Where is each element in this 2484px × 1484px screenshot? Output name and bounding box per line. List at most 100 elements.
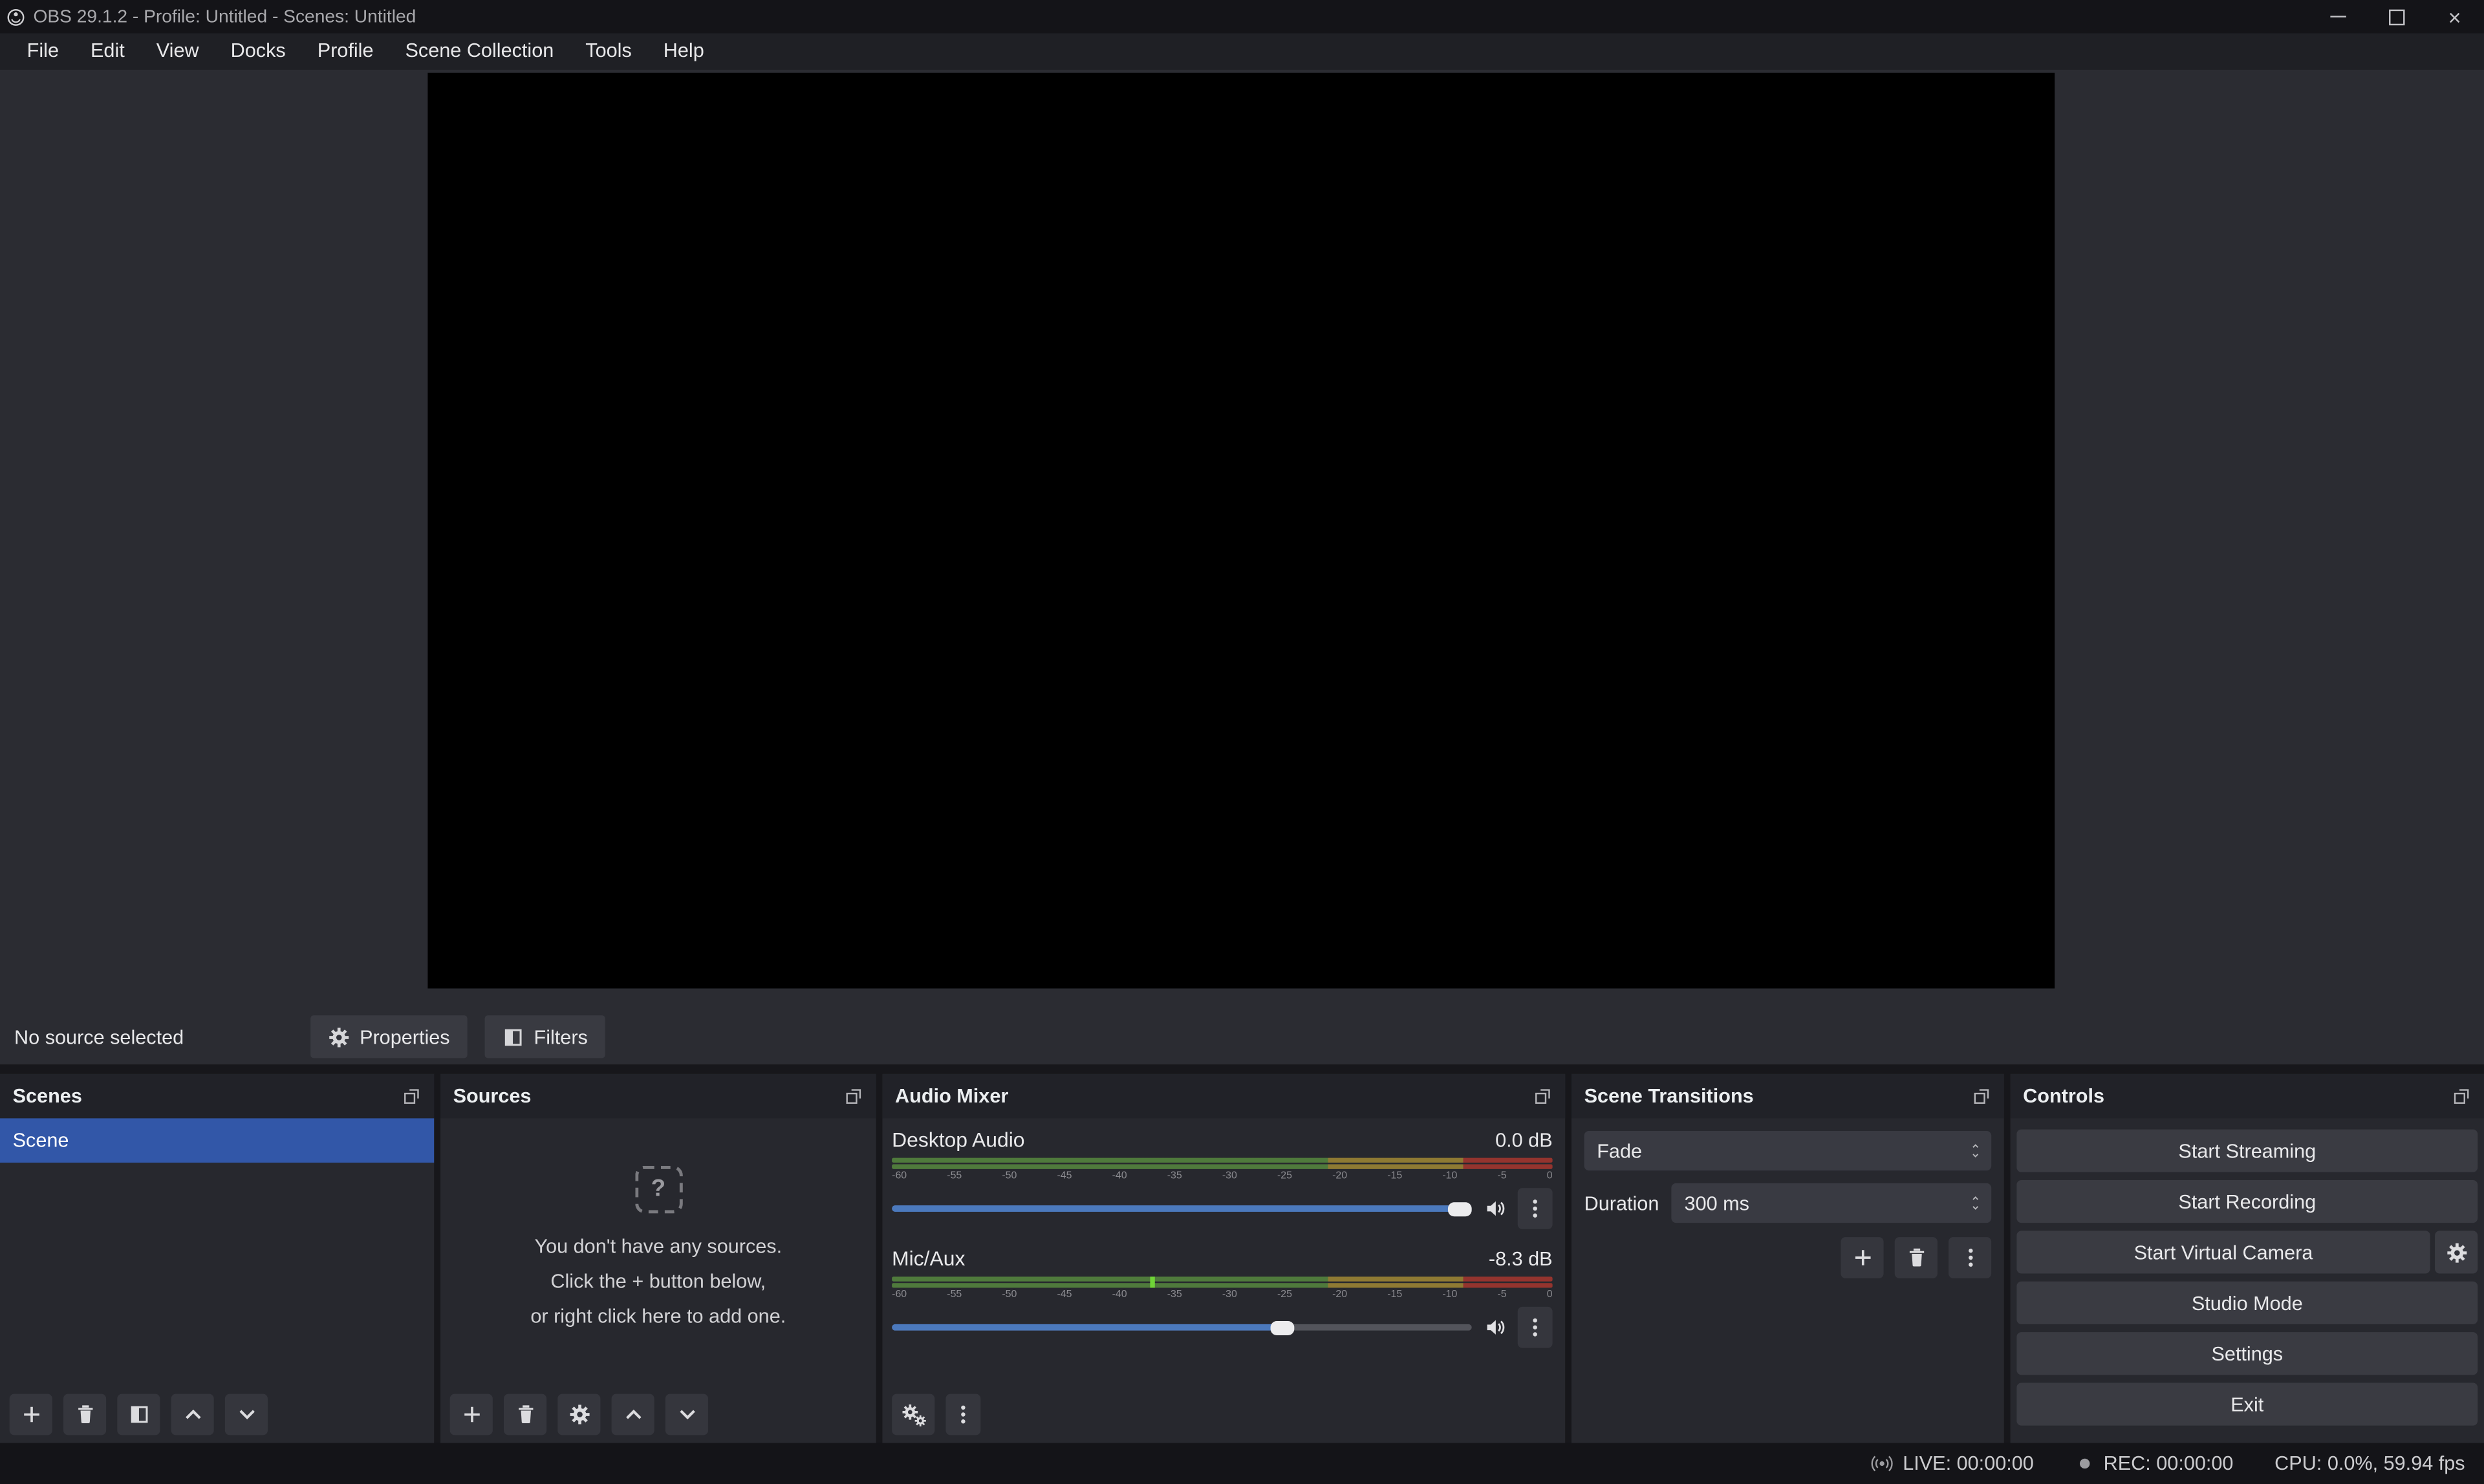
- move-scene-up-button[interactable]: [171, 1394, 214, 1436]
- maximize-button[interactable]: [2367, 0, 2426, 33]
- channel-name: Mic/Aux: [892, 1247, 965, 1271]
- move-source-down-button[interactable]: [665, 1394, 708, 1436]
- settings-button[interactable]: Settings: [2016, 1332, 2478, 1375]
- virtual-camera-row: Start Virtual Camera: [2016, 1231, 2478, 1273]
- spinbox-arrows-icon[interactable]: [1969, 1194, 1982, 1212]
- scenes-panel: Scenes Scene: [0, 1074, 434, 1443]
- scene-filters-button[interactable]: [117, 1394, 160, 1436]
- menu-tools[interactable]: Tools: [570, 33, 647, 69]
- controls-panel-body: Start Streaming Start Recording Start Vi…: [2011, 1118, 2484, 1443]
- dock-area: Scenes Scene Sources: [0, 1074, 2484, 1443]
- mixer-menu-button[interactable]: [945, 1394, 980, 1436]
- start-streaming-button[interactable]: Start Streaming: [2016, 1130, 2478, 1172]
- menu-view[interactable]: View: [140, 33, 215, 69]
- channel-menu-button[interactable]: [1518, 1307, 1553, 1348]
- studio-mode-button[interactable]: Studio Mode: [2016, 1282, 2478, 1324]
- audio-mixer-panel: Audio Mixer Desktop Audio 0.0 dB -60-55-…: [882, 1074, 1565, 1443]
- scene-transitions-title: Scene Transitions: [1584, 1085, 1754, 1107]
- properties-label: Properties: [360, 1026, 450, 1048]
- duration-value: 300 ms: [1685, 1192, 1749, 1214]
- controls-panel-header[interactable]: Controls: [2011, 1074, 2484, 1119]
- obs-window: OBS 29.1.2 - Profile: Untitled - Scenes:…: [0, 0, 2484, 1484]
- volume-slider[interactable]: [892, 1317, 1472, 1339]
- filters-button[interactable]: Filters: [485, 1015, 605, 1058]
- close-button[interactable]: ×: [2425, 0, 2484, 33]
- menu-help[interactable]: Help: [647, 33, 720, 69]
- question-box-icon: ?: [634, 1165, 682, 1212]
- add-source-button[interactable]: [450, 1394, 493, 1436]
- volume-meter: [892, 1158, 1552, 1169]
- scene-transitions-panel: Scene Transitions Fade Duration 300 ms: [1571, 1074, 2004, 1443]
- exit-button[interactable]: Exit: [2016, 1383, 2478, 1426]
- close-icon: ×: [2448, 6, 2461, 28]
- sources-panel-body: ? You don't have any sources. Click the …: [440, 1118, 876, 1443]
- filters-label: Filters: [534, 1026, 587, 1048]
- live-status-text: LIVE: 00:00:00: [1903, 1452, 2034, 1474]
- move-source-up-button[interactable]: [612, 1394, 654, 1436]
- audio-mixer-header[interactable]: Audio Mixer: [882, 1074, 1565, 1119]
- preview-canvas[interactable]: [427, 73, 2055, 989]
- slider-handle[interactable]: [1448, 1201, 1472, 1216]
- source-properties-button[interactable]: [557, 1394, 600, 1436]
- rec-status-text: REC: 00:00:00: [2104, 1452, 2234, 1474]
- obs-logo-icon: [6, 7, 25, 26]
- start-recording-button[interactable]: Start Recording: [2016, 1180, 2478, 1223]
- menu-scene-collection[interactable]: Scene Collection: [389, 33, 570, 69]
- scene-transitions-header[interactable]: Scene Transitions: [1571, 1074, 2004, 1119]
- cpu-status: CPU: 0.0%, 59.94 fps: [2274, 1452, 2465, 1474]
- window-controls: ×: [2308, 0, 2484, 33]
- add-transition-button[interactable]: [1841, 1237, 1883, 1278]
- status-bar: LIVE: 00:00:00 REC: 00:00:00 CPU: 0.0%, …: [0, 1443, 2484, 1484]
- gears-icon: [901, 1403, 926, 1426]
- slider-handle[interactable]: [1270, 1320, 1294, 1335]
- start-virtual-camera-button[interactable]: Start Virtual Camera: [2016, 1231, 2430, 1273]
- mixer-channel-mic-aux: Mic/Aux -8.3 dB -60-55-50-45-40-35-30-25…: [892, 1247, 1552, 1348]
- cpu-status-text: CPU: 0.0%, 59.94 fps: [2274, 1452, 2465, 1474]
- duration-spinbox[interactable]: 300 ms: [1672, 1183, 1991, 1223]
- remove-source-button[interactable]: [504, 1394, 546, 1436]
- transition-select[interactable]: Fade: [1584, 1131, 1992, 1170]
- title-bar[interactable]: OBS 29.1.2 - Profile: Untitled - Scenes:…: [0, 0, 2484, 33]
- sources-panel: Sources ? You don't have any sources. Cl…: [440, 1074, 876, 1443]
- sources-panel-header[interactable]: Sources: [440, 1074, 876, 1119]
- audio-mixer-title: Audio Mixer: [895, 1085, 1008, 1107]
- mute-speaker-icon[interactable]: [1484, 1198, 1506, 1220]
- sources-panel-title: Sources: [453, 1085, 532, 1107]
- scenes-panel-header[interactable]: Scenes: [0, 1074, 434, 1119]
- minimize-icon: [2329, 16, 2345, 18]
- empty-state-line: You don't have any sources.: [534, 1232, 782, 1260]
- properties-button[interactable]: Properties: [310, 1015, 467, 1058]
- combo-arrows-icon: [1969, 1142, 1982, 1159]
- move-scene-down-button[interactable]: [225, 1394, 268, 1436]
- volume-slider[interactable]: [892, 1198, 1472, 1220]
- transition-menu-button[interactable]: [1949, 1237, 1991, 1278]
- menu-edit[interactable]: Edit: [75, 33, 141, 69]
- advanced-audio-button[interactable]: [892, 1394, 934, 1436]
- sources-empty-state[interactable]: ? You don't have any sources. Click the …: [440, 1118, 876, 1387]
- popout-icon: [2452, 1086, 2471, 1105]
- controls-panel: Controls Start Streaming Start Recording…: [2011, 1074, 2484, 1443]
- scene-list[interactable]: Scene: [0, 1118, 434, 1163]
- volume-meter: [892, 1276, 1552, 1287]
- transition-buttons: [1584, 1237, 1992, 1278]
- empty-state-line: or right click here to add one.: [530, 1302, 786, 1331]
- remove-transition-button[interactable]: [1895, 1237, 1938, 1278]
- transition-value: Fade: [1597, 1140, 1642, 1162]
- controls-panel-title: Controls: [2023, 1085, 2104, 1107]
- scenes-panel-body: Scene: [0, 1118, 434, 1443]
- minimize-button[interactable]: [2308, 0, 2367, 33]
- channel-menu-button[interactable]: [1518, 1188, 1553, 1229]
- add-scene-button[interactable]: [10, 1394, 52, 1436]
- remove-scene-button[interactable]: [63, 1394, 106, 1436]
- mute-speaker-icon[interactable]: [1484, 1317, 1506, 1339]
- rec-status: REC: 00:00:00: [2075, 1452, 2234, 1474]
- menu-file[interactable]: File: [11, 33, 74, 69]
- slider-fill: [892, 1205, 1460, 1212]
- scenes-toolbar: [0, 1388, 434, 1443]
- scene-list-item[interactable]: Scene: [0, 1118, 434, 1163]
- menu-docks[interactable]: Docks: [215, 33, 301, 69]
- menu-profile[interactable]: Profile: [301, 33, 389, 69]
- mixer-channels: Desktop Audio 0.0 dB -60-55-50-45-40-35-…: [882, 1118, 1565, 1365]
- audio-mixer-body: Desktop Audio 0.0 dB -60-55-50-45-40-35-…: [882, 1118, 1565, 1443]
- virtual-camera-config-button[interactable]: [2435, 1231, 2478, 1273]
